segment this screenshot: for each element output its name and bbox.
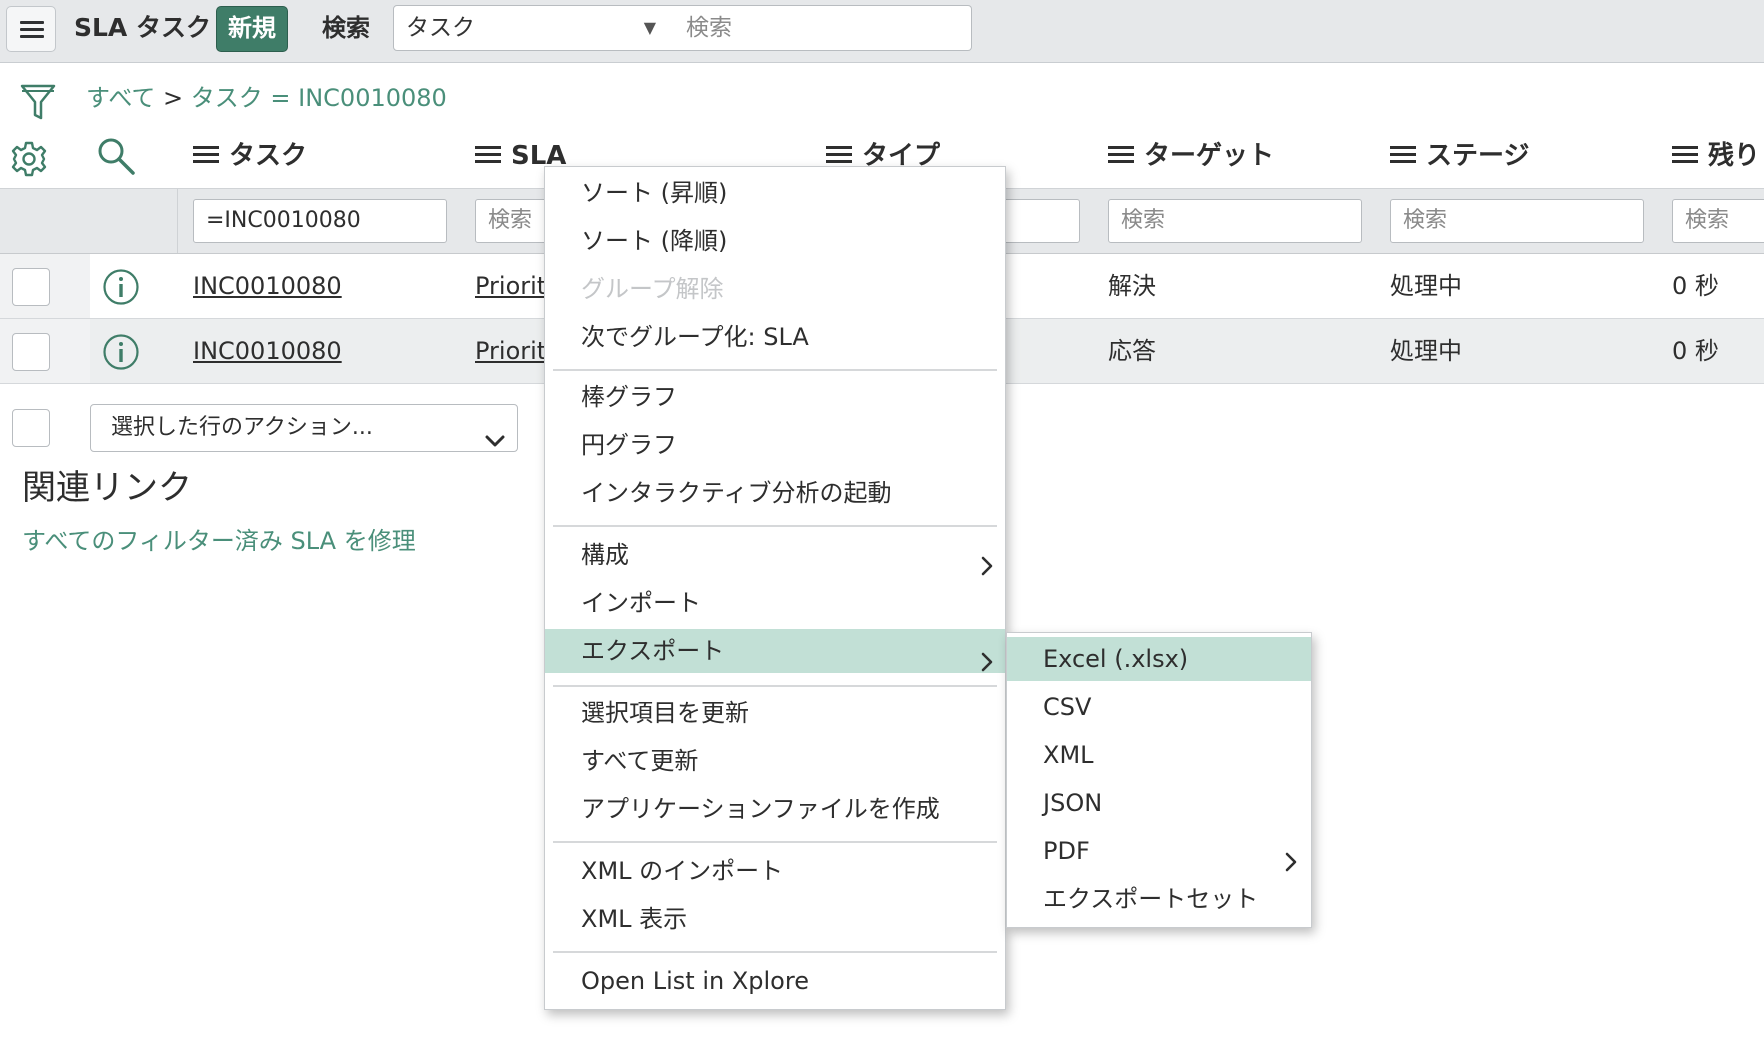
menu-item-update-selected[interactable]: 選択項目を更新 (545, 691, 1005, 735)
hamburger-icon-line (20, 35, 44, 38)
cell-target: 応答 (1108, 337, 1156, 365)
column-header-target[interactable]: ターゲット (1108, 138, 1274, 174)
menu-item-ungroup: グループ解除 (581, 275, 724, 303)
top-bar: SLA タスク 新規 検索 タスク ▼ 検索 (0, 0, 1764, 63)
column-menu-icon[interactable] (1672, 145, 1698, 165)
menu-item-create-app-file[interactable]: アプリケーションファイルを作成 (545, 787, 1005, 831)
export-set[interactable]: エクスポートセット (1007, 877, 1311, 921)
export-csv[interactable]: CSV (1007, 685, 1311, 729)
menu-item-label: 構成 (581, 541, 629, 569)
list-title: SLA タスク (74, 13, 211, 42)
cell-stage: 処理中 (1390, 337, 1462, 365)
row-actions-select[interactable]: 選択した行のアクション... (90, 404, 518, 452)
menu-divider (553, 525, 997, 527)
hamburger-menu-button[interactable] (6, 6, 56, 52)
export-pdf[interactable]: PDF (1007, 829, 1311, 873)
column-label: ステージ (1426, 141, 1530, 171)
search-field-select[interactable]: タスク ▼ (393, 5, 673, 51)
menu-item-sort-asc[interactable]: ソート (昇順) (545, 171, 1005, 215)
column-menu-icon[interactable] (193, 145, 219, 165)
cell-remaining: 0 秒 (1672, 272, 1719, 300)
export-json[interactable]: JSON (1007, 781, 1311, 825)
breadcrumb-filter[interactable]: タスク = INC0010080 (191, 84, 447, 112)
row-checkbox[interactable] (12, 333, 50, 371)
export-xml[interactable]: XML (1007, 733, 1311, 777)
filter-input-stage[interactable]: 検索 (1390, 199, 1644, 243)
gear-icon[interactable] (10, 140, 48, 182)
filter-row-spacer (0, 189, 178, 253)
menu-item-show-xml[interactable]: XML 表示 (545, 897, 1005, 941)
menu-item-update-all[interactable]: すべて更新 (545, 739, 1005, 783)
related-links-title: 関連リンク (22, 468, 192, 508)
menu-item-interactive-analysis[interactable]: インタラクティブ分析の起動 (545, 471, 1005, 515)
cell-task[interactable]: INC0010080 (193, 319, 342, 383)
search-icon[interactable] (96, 136, 136, 180)
cell-target: 解決 (1108, 272, 1156, 300)
cell-sla[interactable]: Priorit (475, 319, 546, 383)
column-header-task[interactable]: タスク (193, 138, 307, 174)
menu-item-configure[interactable]: 構成 (545, 533, 1005, 577)
search-label: 検索 (322, 14, 370, 42)
column-label: 残り (1708, 141, 1761, 171)
menu-item-sort-desc[interactable]: ソート (降順) (545, 219, 1005, 263)
cell-remaining: 0 秒 (1672, 337, 1719, 365)
select-all-checkbox[interactable] (12, 409, 50, 447)
column-menu-icon[interactable] (1390, 145, 1416, 165)
menu-item-group-by[interactable]: 次でグループ化: SLA (545, 315, 1005, 359)
filter-funnel-icon[interactable] (20, 82, 56, 126)
cell-task[interactable]: INC0010080 (193, 254, 342, 318)
cell-sla[interactable]: Priorit (475, 254, 546, 318)
filter-input-remaining[interactable]: 検索 (1672, 199, 1764, 243)
menu-divider (553, 369, 997, 371)
export-excel[interactable]: Excel (.xlsx) (1007, 637, 1311, 681)
chevron-right-icon (981, 642, 993, 686)
row-select-cell (0, 254, 90, 318)
menu-item-label: エクスポート (581, 637, 725, 665)
column-header-stage[interactable]: ステージ (1390, 138, 1529, 174)
search-field-value: タスク (406, 15, 475, 41)
row-actions-value: 選択した行のアクション... (111, 415, 373, 440)
chevron-down-icon (485, 419, 505, 465)
column-label: ターゲット (1144, 141, 1275, 171)
filter-input-task[interactable]: =INC0010080 (193, 199, 447, 243)
row-select-cell (0, 319, 90, 383)
breadcrumb: すべて > タスク = INC0010080 (86, 80, 447, 116)
info-icon[interactable] (102, 268, 140, 310)
column-menu-icon[interactable] (475, 145, 501, 165)
menu-item-import[interactable]: インポート (545, 581, 1005, 625)
repair-sla-link[interactable]: すべてのフィルター済み SLA を修理 (22, 524, 416, 558)
menu-item-open-xplore[interactable]: Open List in Xplore (545, 959, 1005, 1003)
row-checkbox[interactable] (12, 268, 50, 306)
menu-item-import-xml[interactable]: XML のインポート (545, 849, 1005, 893)
column-menu-icon[interactable] (1108, 145, 1134, 165)
menu-divider (553, 951, 997, 953)
new-button[interactable]: 新規 (216, 6, 288, 52)
breadcrumb-all[interactable]: すべて (86, 84, 155, 112)
column-label: タスク (229, 141, 308, 171)
menu-divider (553, 841, 997, 843)
column-header-remaining[interactable]: 残り (1672, 138, 1760, 174)
menu-divider (553, 685, 997, 687)
info-icon[interactable] (102, 333, 140, 375)
menu-item-export[interactable]: エクスポート (545, 629, 1005, 673)
column-context-menu: ソート (昇順) ソート (降順) グループ解除 次でグループ化: SLA 棒グ… (544, 166, 1006, 1010)
breadcrumb-separator: > (163, 84, 184, 112)
filter-input-target[interactable]: 検索 (1108, 199, 1362, 243)
cell-stage: 処理中 (1390, 272, 1462, 300)
column-menu-icon[interactable] (826, 145, 852, 165)
menu-item-pie-chart[interactable]: 円グラフ (545, 423, 1005, 467)
export-submenu: Excel (.xlsx) CSV XML JSON PDF エクスポートセット (1006, 632, 1312, 928)
menu-item-bar-chart[interactable]: 棒グラフ (545, 375, 1005, 419)
caret-down-icon: ▼ (643, 18, 656, 37)
hamburger-icon (20, 21, 44, 24)
hamburger-icon-line (20, 28, 44, 31)
search-input[interactable]: 検索 (672, 5, 972, 51)
export-pdf-label: PDF (1043, 837, 1090, 865)
